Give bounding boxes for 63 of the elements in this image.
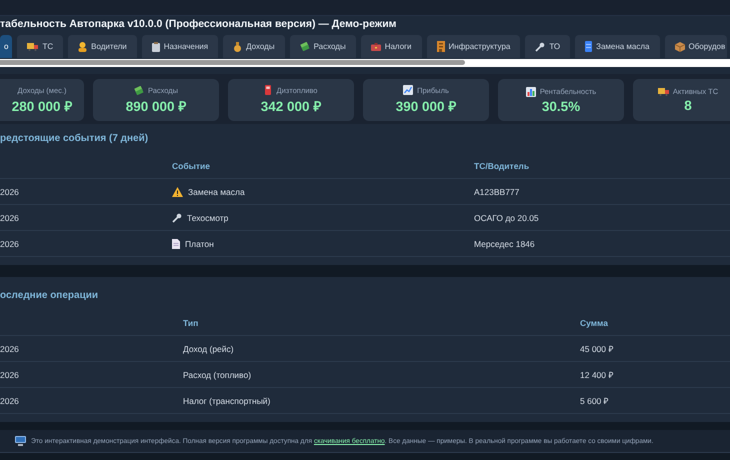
tab[interactable]: ТО — [525, 35, 570, 58]
table-cell: 12 400 ₽ — [580, 369, 614, 380]
tab[interactable]: о — [0, 35, 12, 58]
wrench-icon — [535, 42, 546, 52]
stat-value: 890 000 ₽ — [126, 98, 186, 114]
bar-chart-icon — [526, 86, 536, 96]
column-header: Событие — [172, 161, 211, 171]
tab[interactable]: Расходы — [290, 35, 356, 58]
briefcase-icon — [370, 42, 381, 50]
tab[interactable]: Водители — [68, 35, 137, 58]
tab[interactable]: Назначения — [142, 35, 218, 58]
wrench-icon — [172, 212, 182, 222]
table-cell: Налог (транспортный) — [183, 396, 270, 406]
money-bag-icon — [233, 42, 242, 52]
scrollbar-thumb[interactable] — [0, 60, 465, 65]
document-icon — [172, 238, 180, 248]
column-header: Сумма — [580, 318, 609, 328]
table-cell: Техосмотр — [187, 212, 228, 222]
truck-icon — [658, 88, 669, 96]
stat-value: 342 000 ₽ — [260, 98, 322, 115]
table-cell: 2026 — [0, 186, 19, 196]
stat-value: 280 000 ₽ — [12, 98, 72, 114]
person-icon — [78, 42, 88, 52]
money-icon — [134, 86, 144, 94]
table-cell: 5 600 ₽ — [580, 395, 609, 406]
stat-value: 390 000 ₽ — [396, 98, 456, 115]
table-cell: Платон — [185, 238, 214, 248]
money-icon — [300, 42, 310, 51]
tab[interactable]: Замена масла — [575, 35, 660, 58]
scrollbar-track[interactable] — [0, 59, 730, 67]
tab[interactable]: Инфраструктура — [426, 35, 520, 58]
column-header: Тип — [183, 318, 200, 328]
table-cell: 2026 — [0, 370, 19, 380]
stat-value: 8 — [684, 98, 692, 113]
app-title: табельность Автопарка v10.0.0 (Профессиональная версия) — Демо-режим — [0, 17, 398, 32]
fuel-pump-icon — [264, 85, 273, 95]
warning-icon — [172, 186, 183, 196]
section-title: редстоящие события (7 дней) — [0, 132, 150, 146]
tab[interactable]: Оборудов — [664, 35, 728, 58]
column-header: ТС/Водитель — [474, 161, 530, 171]
box-icon — [674, 42, 684, 52]
tab[interactable]: ТС — [17, 35, 64, 58]
table-cell: А123ВВ777 — [474, 186, 520, 196]
tab[interactable]: Налоги — [360, 35, 422, 58]
chart-icon — [403, 85, 414, 95]
table-cell: 2026 — [0, 396, 19, 406]
table-cell: ОСАГО до 20.05 — [474, 212, 539, 222]
truck-icon — [27, 42, 38, 50]
table-cell: Мерседес 1846 — [474, 238, 535, 248]
table-cell: 2026 — [0, 212, 19, 222]
table-cell: Доход (рейс) — [183, 344, 234, 354]
table-cell: Расход (топливо) — [183, 370, 252, 380]
computer-icon — [15, 436, 26, 446]
clipboard-icon — [152, 42, 160, 52]
stat-value: 30.5% — [542, 98, 580, 114]
table-cell: Замена масла — [188, 186, 245, 196]
table-cell: 2026 — [0, 238, 19, 248]
table-cell: 2026 — [0, 344, 19, 354]
tab[interactable]: Доходы — [223, 35, 285, 58]
table-cell: 45 000 ₽ — [580, 343, 614, 354]
canister-icon — [585, 41, 592, 52]
section-title: оследние операции — [0, 289, 100, 303]
building-icon — [436, 41, 445, 52]
